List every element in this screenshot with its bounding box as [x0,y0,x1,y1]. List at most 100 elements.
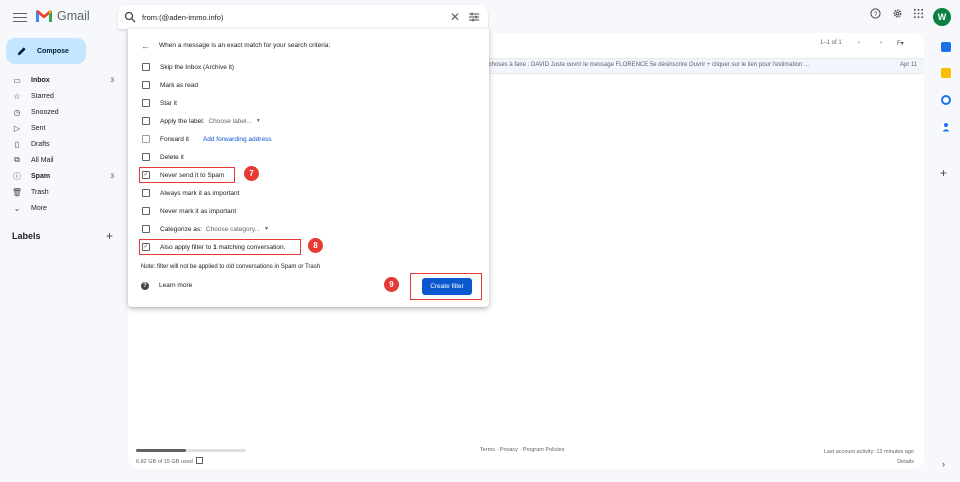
filter-note: Note: filter will not be applied to old … [141,264,321,270]
option-mark-read[interactable]: Mark as read [142,79,198,91]
compose-button[interactable]: Compose [6,38,86,64]
external-link-icon[interactable] [195,457,203,464]
tasks-icon[interactable] [941,95,951,105]
option-label: Skip the Inbox (Archive it) [160,63,235,71]
sidebar-item-label: Snoozed [31,108,59,116]
apps-grid-icon[interactable] [913,8,924,19]
sidebar-item-sent[interactable]: ▷ Sent [0,120,120,136]
add-forwarding-link[interactable]: Add forwarding address [203,136,272,143]
storage-meter [136,449,246,452]
storage-info: 6.82 GB of 15 GB used [136,457,203,465]
labels-heading: Labels [12,231,41,241]
help-icon: ? [141,282,149,290]
svg-text:?: ? [874,11,878,18]
option-label: Delete it [160,153,184,161]
add-label-icon[interactable]: + [106,229,113,243]
search-input[interactable]: from:(@aden-immo.info) [142,13,450,22]
checkbox[interactable] [142,153,150,161]
input-tools-icon[interactable]: F▾ [897,40,904,47]
label-select[interactable]: Choose label... [208,118,251,125]
gear-icon[interactable] [892,8,903,19]
learn-more-link[interactable]: Learn more [159,282,192,289]
create-filter-dialog: ← When a message is an exact match for y… [128,29,489,307]
sidebar-item-spam[interactable]: ⓘ Spam 3 [0,168,120,184]
checkbox[interactable] [142,135,150,143]
search-icon[interactable] [124,11,136,23]
option-forward[interactable]: Forward it Add forwarding address [142,133,272,145]
option-skip-inbox[interactable]: Skip the Inbox (Archive it) [142,61,234,73]
dropdown-arrow-icon[interactable]: ▼ [264,226,269,232]
contacts-icon[interactable] [941,122,951,132]
checkbox[interactable] [142,189,150,197]
option-categorize[interactable]: Categorize as: Choose category... ▼ [142,223,269,235]
dropdown-arrow-icon[interactable]: ▼ [256,118,261,124]
search-bar[interactable]: from:(@aden-immo.info) ✕ [118,5,488,29]
checkbox[interactable] [142,207,150,215]
checkbox[interactable] [142,81,150,89]
sidebar-item-drafts[interactable]: ▯ Drafts [0,136,120,152]
option-label: Never mark it as important [160,207,237,215]
option-label: Categorize as: [160,225,202,233]
back-arrow-icon[interactable]: ← [141,41,150,51]
highlight-box [139,167,235,183]
option-always-important[interactable]: Always mark it as important [142,187,239,199]
spam-icon: ⓘ [13,171,21,181]
star-icon: ☆ [13,91,21,101]
sidebar-item-inbox[interactable]: ▭ Inbox 3 [0,72,120,88]
option-apply-label[interactable]: Apply the label: Choose label... ▼ [142,115,261,127]
checkbox[interactable] [142,225,150,233]
option-star[interactable]: Star it [142,97,177,109]
main-menu-icon[interactable] [13,10,27,24]
email-snippet[interactable]: s choses à faire : DAVID Juste ouvrir le… [484,62,809,68]
option-label: Forward it [160,135,189,143]
option-label: Always mark it as important [160,189,240,197]
sidebar-item-label: More [31,204,47,212]
sidebar-item-label: Sent [31,124,46,132]
option-never-important[interactable]: Never mark it as important [142,205,236,217]
search-options-icon[interactable] [468,11,480,23]
sidebar-item-label: Drafts [31,140,50,148]
sidebar-item-label: Trash [31,188,49,196]
app-name: Gmail [57,9,90,23]
option-delete[interactable]: Delete it [142,151,184,163]
add-addon-icon[interactable]: + [940,166,947,180]
draft-icon: ▯ [14,139,20,149]
sidebar-item-snoozed[interactable]: ◷ Snoozed [0,104,120,120]
chevron-right-icon[interactable]: › [942,459,945,469]
create-filter-button[interactable]: Create filter [422,278,472,295]
sidebar-item-trash[interactable]: 🗑︎ Trash [0,184,120,200]
filter-title: When a message is an exact match for you… [159,42,331,49]
pencil-icon [17,46,26,55]
activity-text: Last account activity: 13 minutes ago [823,449,914,455]
sidebar-item-more[interactable]: ⌄ More [0,200,120,216]
gmail-m-icon [36,10,52,22]
sidebar-item-all-mail[interactable]: ⧉ All Mail [0,152,120,168]
checkbox[interactable] [142,117,150,125]
footer-links[interactable]: Terms · Privacy · Program Policies [480,447,564,453]
sidebar-item-count: 3 [110,172,114,180]
details-link[interactable]: Details [824,457,914,467]
sidebar-item-starred[interactable]: ☆ Starred [0,88,120,104]
calendar-icon[interactable] [941,42,951,52]
highlight-box [139,239,301,255]
chevron-left-icon[interactable]: ‹ [858,40,860,46]
sidebar-item-count: 3 [110,76,114,84]
inbox-icon: ▭ [13,75,21,85]
storage-text: 6.82 GB of 15 GB used [136,459,193,465]
option-label: Mark as read [160,81,198,89]
category-select[interactable]: Choose category... [206,226,260,233]
avatar[interactable]: W [933,8,951,26]
sidebar-item-label: Starred [31,92,54,100]
checkbox[interactable] [142,63,150,71]
sidebar-item-label: Spam [31,172,51,180]
chevron-right-icon[interactable]: › [880,40,882,46]
gmail-logo[interactable]: Gmail [35,9,90,23]
clock-icon: ◷ [13,107,21,117]
step-badge: 9 [384,277,399,292]
keep-icon[interactable] [941,68,951,78]
all-mail-icon: ⧉ [14,155,20,164]
checkbox[interactable] [142,99,150,107]
close-icon[interactable]: ✕ [450,10,460,24]
send-icon: ▷ [13,123,21,133]
help-icon[interactable]: ? [870,8,881,19]
